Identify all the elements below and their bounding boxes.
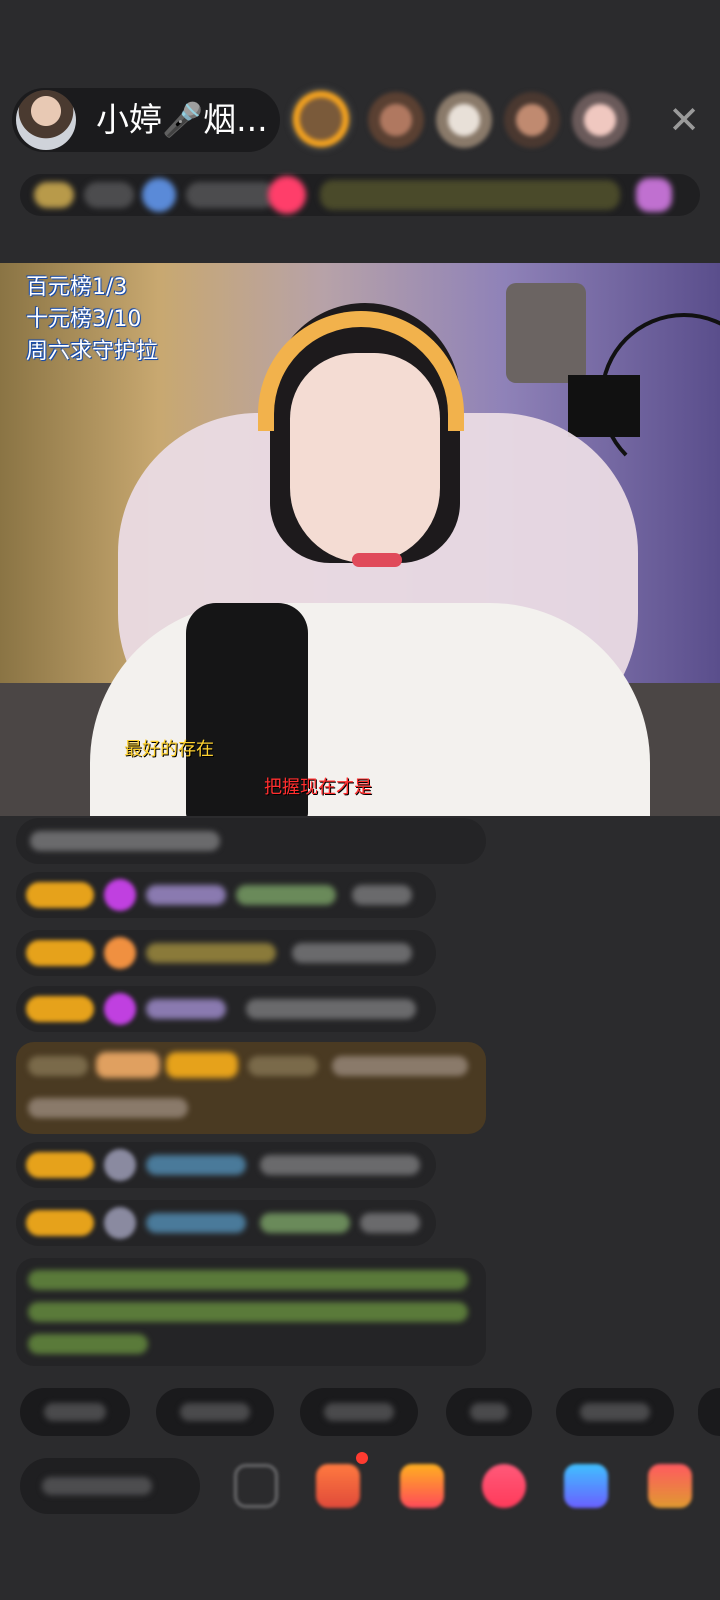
info-strip[interactable] bbox=[20, 174, 700, 216]
system-message[interactable] bbox=[16, 1042, 486, 1134]
level-badge bbox=[26, 1210, 94, 1236]
level-badge bbox=[26, 1152, 94, 1178]
level-badge bbox=[26, 996, 94, 1022]
quick-reply-button[interactable] bbox=[446, 1388, 532, 1436]
quick-reply-button[interactable] bbox=[20, 1388, 130, 1436]
gift-box-icon[interactable] bbox=[316, 1464, 360, 1508]
chat-message[interactable] bbox=[16, 930, 436, 976]
user-icon bbox=[104, 1149, 136, 1181]
chat-message[interactable] bbox=[16, 986, 436, 1032]
anchor-info-pill[interactable]: 小婷🎤烟... bbox=[12, 88, 280, 152]
live-video[interactable]: 百元榜1/3 十元榜3/10 周六求守护拉 最好的存在 把握现在才是 bbox=[0, 263, 720, 816]
overlay-rank-line: 百元榜1/3 bbox=[26, 275, 128, 300]
level-badge bbox=[34, 182, 74, 208]
heart-icon bbox=[104, 937, 136, 969]
notification-dot bbox=[356, 1452, 368, 1464]
viewer-avatar[interactable] bbox=[572, 92, 628, 148]
hot-icon bbox=[268, 176, 306, 214]
chat-input[interactable] bbox=[20, 1458, 200, 1514]
pendant-lamp bbox=[506, 283, 586, 383]
quick-reply-button[interactable] bbox=[698, 1388, 720, 1436]
info-chip bbox=[84, 182, 134, 208]
quick-reply-button[interactable] bbox=[156, 1388, 274, 1436]
quick-reply-button[interactable] bbox=[556, 1388, 674, 1436]
info-chip bbox=[186, 182, 276, 208]
anchor-avatar[interactable] bbox=[16, 90, 76, 150]
chat-message[interactable] bbox=[16, 1200, 436, 1246]
chat-message[interactable] bbox=[16, 872, 436, 918]
gem-icon bbox=[104, 879, 136, 911]
chat-message[interactable] bbox=[16, 1142, 436, 1188]
rank-icon bbox=[636, 178, 672, 212]
announcement-ticker bbox=[320, 180, 620, 210]
heart-icon[interactable] bbox=[482, 1464, 526, 1508]
subtitle-line: 最好的存在 bbox=[124, 739, 214, 760]
viewer-avatar[interactable] bbox=[368, 92, 424, 148]
overlay-rank-line: 十元榜3/10 bbox=[26, 307, 142, 332]
anchor-name: 小婷🎤烟... bbox=[96, 100, 268, 139]
more-icon[interactable] bbox=[648, 1464, 692, 1508]
quick-reply-button[interactable] bbox=[300, 1388, 418, 1436]
game-icon[interactable] bbox=[564, 1464, 608, 1508]
floor-lamp bbox=[568, 375, 640, 437]
close-icon[interactable]: ✕ bbox=[664, 100, 704, 140]
gem-icon bbox=[104, 993, 136, 1025]
overlay-rank-line: 周六求守护拉 bbox=[26, 339, 159, 364]
chat-message[interactable] bbox=[16, 818, 486, 864]
emoji-icon[interactable] bbox=[234, 1464, 278, 1508]
viewer-avatar[interactable] bbox=[288, 86, 354, 152]
star-icon bbox=[142, 178, 176, 212]
viewer-avatar[interactable] bbox=[504, 92, 560, 148]
user-icon bbox=[104, 1207, 136, 1239]
system-notice[interactable] bbox=[16, 1258, 486, 1366]
viewer-avatar[interactable] bbox=[436, 92, 492, 148]
gift-icon[interactable] bbox=[400, 1464, 444, 1508]
subtitle-line: 把握现在才是 bbox=[264, 777, 372, 798]
level-badge bbox=[26, 940, 94, 966]
level-badge bbox=[26, 882, 94, 908]
